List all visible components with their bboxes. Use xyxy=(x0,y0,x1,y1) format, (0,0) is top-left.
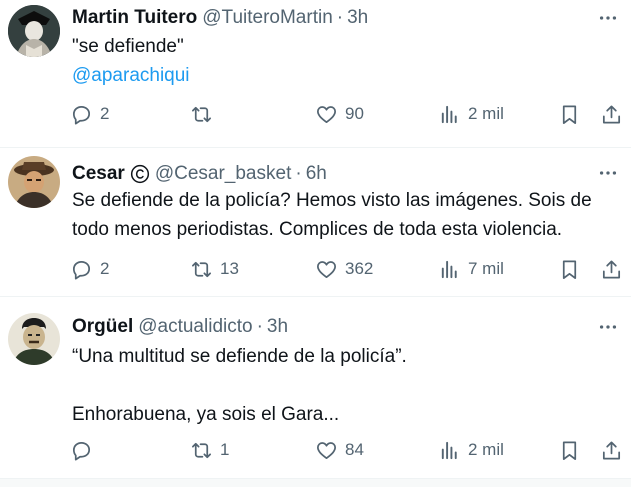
author-handle[interactable]: @TuiteroMartin xyxy=(202,7,333,29)
avatar[interactable] xyxy=(8,313,60,365)
copyright-badge xyxy=(130,164,150,184)
bookmark-button[interactable] xyxy=(558,99,581,129)
share-icon xyxy=(602,104,621,124)
tweet-2[interactable]: Cesar @Cesar_basket · 6h Se defiende de … xyxy=(0,148,631,297)
action-bar: 1 84 2 mil xyxy=(70,435,630,465)
like-button[interactable]: 84 xyxy=(315,435,364,465)
share-button[interactable] xyxy=(600,99,623,129)
retweet-count: 13 xyxy=(220,259,239,278)
timestamp[interactable]: 6h xyxy=(306,163,327,185)
reply-button[interactable]: 2 xyxy=(70,99,109,129)
tweet-header: Orgüel @actualidicto · 3h xyxy=(72,315,288,339)
heart-icon xyxy=(317,260,336,278)
bookmark-icon xyxy=(562,259,577,279)
views-icon xyxy=(441,441,457,459)
avatar-image xyxy=(8,313,60,365)
views-button[interactable]: 7 mil xyxy=(438,254,504,284)
tweet-header: Martin Tuitero @TuiteroMartin · 3h xyxy=(72,6,368,30)
author-handle[interactable]: @actualidicto xyxy=(138,316,252,338)
bookmark-button[interactable] xyxy=(558,254,581,284)
views-count: 2 mil xyxy=(468,440,504,459)
author-handle[interactable]: @Cesar_basket xyxy=(155,163,292,185)
more-icon xyxy=(599,16,617,20)
reply-count: 2 xyxy=(100,259,110,278)
views-count: 7 mil xyxy=(468,259,504,278)
retweet-button[interactable]: 1 xyxy=(190,435,229,465)
share-icon xyxy=(602,440,621,460)
reply-icon xyxy=(72,260,91,279)
share-button[interactable] xyxy=(600,435,623,465)
tweet-header: Cesar @Cesar_basket · 6h xyxy=(72,162,327,186)
retweet-icon xyxy=(192,261,211,277)
more-icon xyxy=(599,171,617,175)
tweet-text-line: Enhorabuena, ya sois el Gara... xyxy=(72,404,340,425)
retweet-count: 1 xyxy=(220,440,230,459)
tweet-text: Se defiende de la policía? Hemos visto l… xyxy=(72,186,617,244)
share-icon xyxy=(602,259,621,279)
action-bar: 2 13 362 7 mil xyxy=(70,254,630,284)
mention-link[interactable]: @aparachiqui xyxy=(72,61,617,90)
retweet-icon xyxy=(192,442,211,458)
more-button[interactable] xyxy=(595,5,621,31)
heart-icon xyxy=(317,105,336,123)
reply-icon xyxy=(72,105,91,124)
avatar-image xyxy=(8,156,60,208)
timestamp[interactable]: 3h xyxy=(267,316,288,338)
retweet-button[interactable]: 13 xyxy=(190,254,239,284)
retweet-icon xyxy=(192,106,211,122)
more-button[interactable] xyxy=(595,160,621,186)
views-count: 2 mil xyxy=(468,104,504,123)
more-button[interactable] xyxy=(595,314,621,340)
more-icon xyxy=(599,325,617,329)
avatar[interactable] xyxy=(8,5,60,57)
copyright-badge-icon xyxy=(130,164,149,184)
tweet-text-line: “Una multitud se defiende de la policía”… xyxy=(72,346,407,367)
views-button[interactable]: 2 mil xyxy=(438,99,504,129)
like-button[interactable]: 362 xyxy=(315,254,373,284)
share-button[interactable] xyxy=(600,254,623,284)
like-count: 362 xyxy=(345,259,374,278)
author-name[interactable]: Orgüel xyxy=(72,316,133,338)
feed-bottom-separator xyxy=(0,479,631,487)
tweet-text-line: todo menos periodistas. Complices de tod… xyxy=(72,219,563,240)
timestamp[interactable]: 3h xyxy=(347,7,368,29)
heart-icon xyxy=(317,441,336,459)
views-icon xyxy=(441,260,457,278)
bookmark-icon xyxy=(562,440,577,460)
reply-button[interactable]: 2 xyxy=(70,254,109,284)
retweet-button[interactable] xyxy=(190,99,220,129)
like-count: 84 xyxy=(345,440,364,459)
author-name[interactable]: Cesar xyxy=(72,163,125,185)
separator-dot: · xyxy=(256,316,263,337)
action-bar: 2 90 2 mil xyxy=(70,99,630,129)
tweet-text: "se defiende" @aparachiqui xyxy=(72,32,617,90)
bookmark-button[interactable] xyxy=(558,435,581,465)
tweet-text-line: "se defiende" xyxy=(72,36,184,57)
tweet-3[interactable]: Orgüel @actualidicto · 3h “Una multitud … xyxy=(0,297,631,479)
tweet-text-line: Se defiende de la policía? Hemos visto l… xyxy=(72,190,592,211)
tweet-1[interactable]: Martin Tuitero @TuiteroMartin · 3h "se d… xyxy=(0,0,631,148)
separator-dot: · xyxy=(336,7,344,28)
avatar[interactable] xyxy=(8,156,60,208)
reply-icon xyxy=(72,441,91,460)
reply-button[interactable] xyxy=(70,435,100,465)
like-button[interactable]: 90 xyxy=(315,99,364,129)
bookmark-icon xyxy=(562,104,577,124)
separator-dot: · xyxy=(295,163,302,184)
views-icon xyxy=(441,105,457,123)
author-name[interactable]: Martin Tuitero xyxy=(72,7,197,29)
tweet-text: “Una multitud se defiende de la policía”… xyxy=(72,342,617,429)
avatar-image xyxy=(8,5,60,57)
views-button[interactable]: 2 mil xyxy=(438,435,504,465)
reply-count: 2 xyxy=(100,104,110,123)
like-count: 90 xyxy=(345,104,364,123)
